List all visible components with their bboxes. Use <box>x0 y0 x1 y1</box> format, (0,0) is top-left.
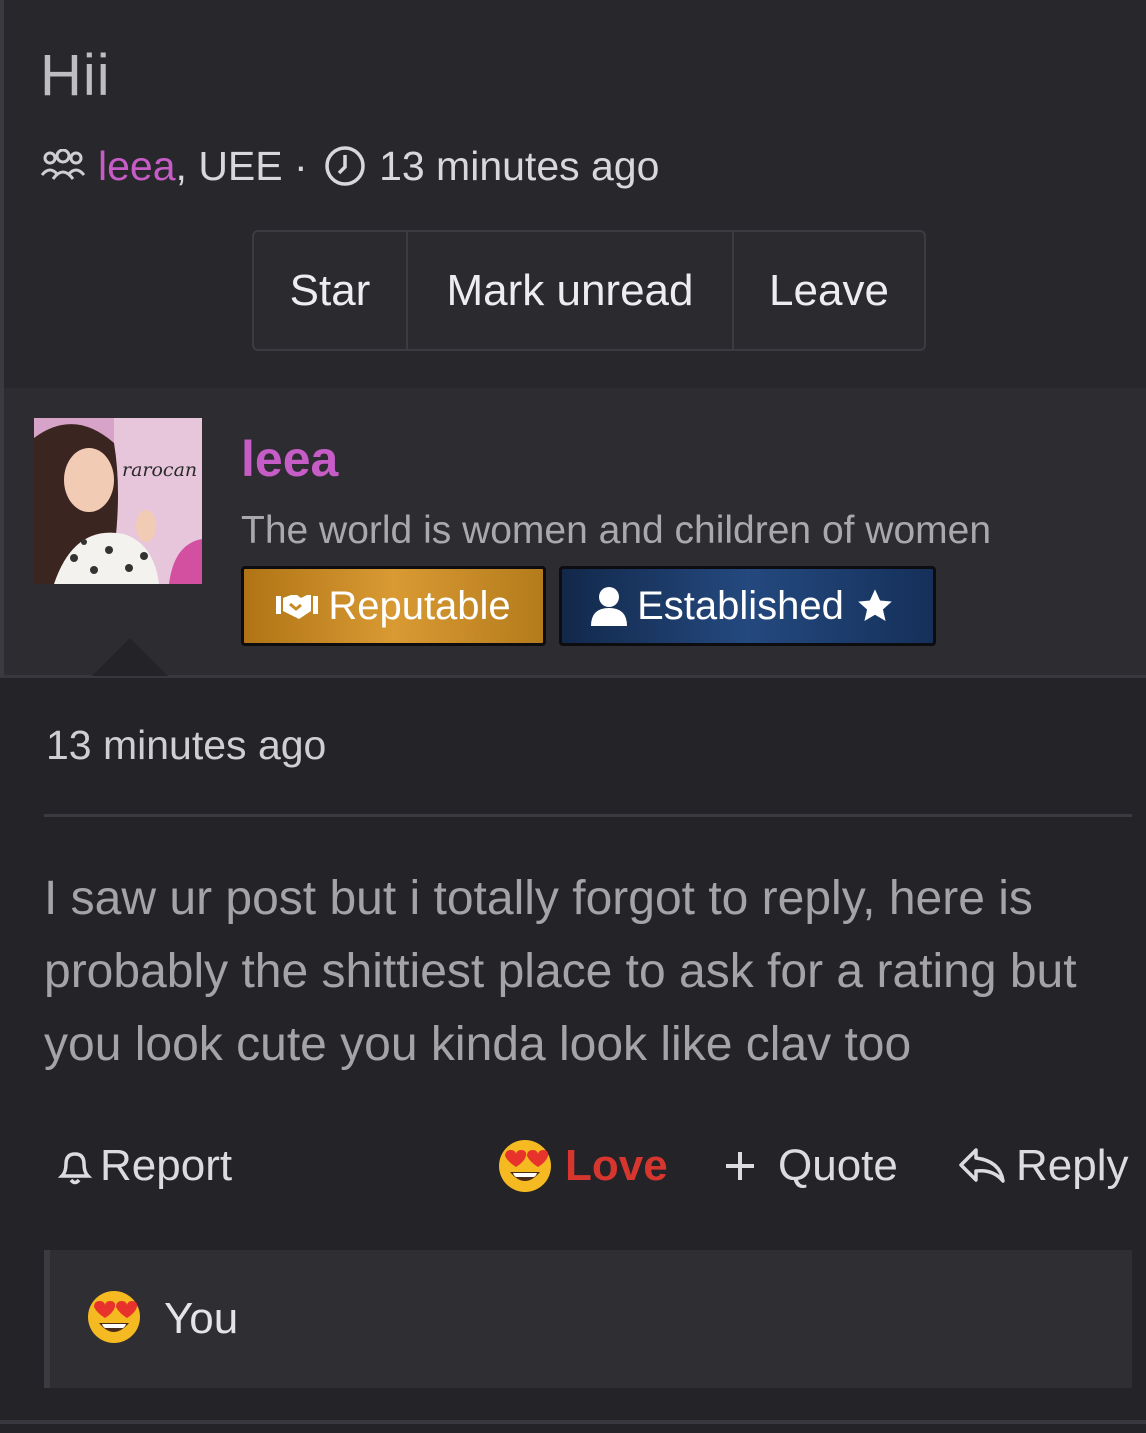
clock-icon <box>323 144 367 188</box>
leave-button[interactable]: Leave <box>734 232 924 349</box>
message-author-title: The world is women and children of women <box>241 509 992 552</box>
reputable-banner: Reputable <box>241 566 546 646</box>
reply-arrow-icon <box>958 1146 1006 1186</box>
conversation-time: 13 minutes ago <box>379 142 660 189</box>
established-banner: Established <box>559 566 936 646</box>
report-label: Report <box>100 1141 233 1190</box>
heart-eyes-emoji-icon <box>86 1289 142 1350</box>
quote-label: Quote <box>778 1141 898 1190</box>
reputable-label: Reputable <box>328 583 511 628</box>
star-button[interactable]: Star <box>254 232 408 349</box>
report-button[interactable]: Report <box>56 1136 232 1196</box>
avatar[interactable]: rarocan <box>34 418 202 584</box>
reply-button[interactable]: Reply <box>958 1136 1129 1196</box>
participant-separator: , <box>175 142 199 189</box>
avatar-caption: rarocan <box>122 459 197 481</box>
user-icon <box>591 586 637 626</box>
conversation-actions: Star Mark unread Leave <box>252 230 926 351</box>
reply-label: Reply <box>1016 1141 1129 1190</box>
reaction-user-you: You <box>164 1294 239 1343</box>
handshake-icon <box>276 592 328 620</box>
participant-link-leea[interactable]: leea <box>98 143 176 190</box>
love-button[interactable]: Love <box>497 1136 668 1196</box>
conversation-meta: leea , UEE · 13 minutes ago <box>40 140 659 192</box>
bottom-divider <box>0 1420 1146 1424</box>
meta-dot: · <box>282 142 320 189</box>
plus-icon <box>724 1150 756 1182</box>
message-divider <box>44 814 1132 817</box>
bell-icon <box>56 1146 94 1186</box>
quote-button[interactable]: Quote <box>724 1136 898 1196</box>
established-label: Established <box>637 583 844 628</box>
user-block-pointer <box>92 638 168 676</box>
message-time: 13 minutes ago <box>46 722 327 768</box>
reactions-list[interactable]: You <box>44 1250 1132 1388</box>
participant-link-uee[interactable]: UEE <box>198 143 282 190</box>
conversation-title: Hii <box>40 43 111 108</box>
participants-icon <box>40 149 86 183</box>
heart-eyes-emoji-icon <box>497 1138 553 1194</box>
conversation-header: Hii leea , UEE · 13 minutes ago Star Mar… <box>0 0 1146 388</box>
message-author-name[interactable]: leea <box>241 430 338 488</box>
conversation-page: Hii leea , UEE · 13 minutes ago Star Mar… <box>0 0 1146 1433</box>
love-label: Love <box>565 1141 668 1190</box>
star-icon <box>856 587 904 625</box>
message-body: I saw ur post but i totally forgot to re… <box>44 872 1077 1071</box>
message-user-block: rarocan leea The world is women and chil… <box>0 388 1146 678</box>
mark-unread-button[interactable]: Mark unread <box>408 232 734 349</box>
